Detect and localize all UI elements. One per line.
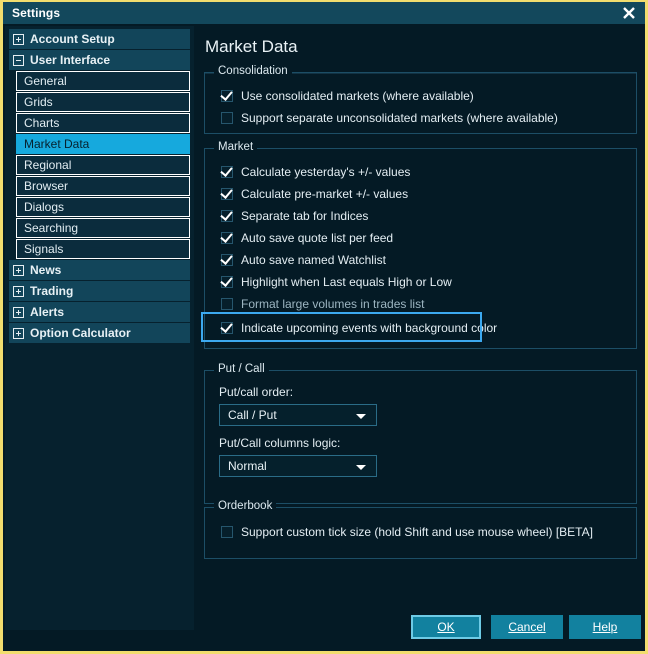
group-legend: Market (214, 141, 258, 153)
dropdown-value: Call / Put (228, 408, 277, 422)
cancel-button[interactable]: Cancel (491, 615, 563, 639)
checkbox-label: Use consolidated markets (where availabl… (241, 89, 474, 103)
checkbox-label: Auto save named Watchlist (241, 253, 386, 267)
checkbox-label: Calculate pre-market +/- values (241, 187, 409, 201)
sidebar-item-label: Browser (24, 179, 69, 193)
sidebar-item-grids[interactable]: Grids (16, 92, 190, 112)
sidebar-item-regional[interactable]: Regional (16, 155, 190, 175)
expand-plus-icon[interactable] (13, 327, 24, 339)
sidebar-item-news[interactable]: News (9, 260, 190, 280)
checkbox-label: Calculate yesterday's +/- values (241, 165, 411, 179)
checkbox-highlight-when-last-equals-high-or-low[interactable]: Highlight when Last equals High or Low (221, 275, 452, 289)
group-legend: Consolidation (214, 65, 292, 77)
cancel-button-label: Cancel (508, 620, 546, 634)
checkbox-icon[interactable] (221, 210, 233, 222)
sidebar-item-label: Market Data (24, 137, 90, 151)
expand-plus-icon[interactable] (13, 306, 24, 318)
checkbox-label: Separate tab for Indices (241, 209, 369, 223)
sidebar-item-market-data[interactable]: Market Data (16, 134, 190, 154)
sidebar-item-label: Dialogs (24, 200, 65, 214)
expand-plus-icon[interactable] (13, 264, 24, 276)
checkbox-icon[interactable] (221, 322, 233, 334)
close-icon[interactable] (619, 4, 639, 22)
checkbox-separate-tab-for-indices[interactable]: Separate tab for Indices (221, 209, 368, 223)
ok-button[interactable]: OK (411, 615, 481, 639)
sidebar-item-dialogs[interactable]: Dialogs (16, 197, 190, 217)
group-legend: Orderbook (214, 500, 277, 512)
checkbox-icon[interactable] (221, 90, 233, 102)
group-legend: Put / Call (214, 363, 269, 375)
chevron-down-icon[interactable] (356, 414, 366, 419)
dropdown-putcall-order[interactable]: Call / Put (219, 404, 377, 426)
sidebar-item-account-setup[interactable]: Account Setup (9, 29, 190, 49)
expand-plus-icon[interactable] (13, 285, 24, 297)
checkbox-auto-save-quote-list-per-feed[interactable]: Auto save quote list per feed (221, 231, 393, 245)
checkbox-icon[interactable] (221, 276, 233, 288)
sidebar-item-browser[interactable]: Browser (16, 176, 190, 196)
sidebar-item-label: Searching (24, 221, 79, 235)
checkbox-auto-save-named-watchlist[interactable]: Auto save named Watchlist (221, 253, 386, 267)
ok-button-label: OK (437, 620, 455, 634)
checkbox-label: Highlight when Last equals High or Low (241, 275, 452, 289)
checkbox-format-large-volumes-in-trades-list[interactable]: Format large volumes in trades list (221, 297, 424, 311)
label-putcall-columns-logic: Put/Call columns logic: (219, 436, 341, 450)
page-title: Market Data (205, 37, 298, 56)
sidebar-item-label: General (24, 74, 67, 88)
sidebar-item-label: News (30, 263, 62, 277)
checkbox-icon[interactable] (221, 188, 233, 200)
checkbox-support-separate-unconsolidated-markets[interactable]: Support separate unconsolidated markets … (221, 111, 558, 125)
checkbox-label: Auto save quote list per feed (241, 231, 394, 245)
checkbox-icon[interactable] (221, 526, 233, 538)
dropdown-value: Normal (228, 459, 267, 473)
label-putcall-order: Put/call order: (219, 385, 294, 399)
help-button[interactable]: Help (569, 615, 641, 639)
settings-dialog: Settings Account Setup User Interface Ge… (0, 0, 648, 654)
dialog-button-bar: OK Cancel Help (3, 607, 645, 651)
sidebar-item-label: Alerts (30, 305, 65, 319)
sidebar-item-searching[interactable]: Searching (16, 218, 190, 238)
sidebar-item-signals[interactable]: Signals (16, 239, 190, 259)
sidebar-item-user-interface[interactable]: User Interface (9, 50, 190, 70)
sidebar-item-label: Trading (30, 284, 74, 298)
checkbox-indicate-upcoming-events-with-background-color[interactable]: Indicate upcoming events with background… (221, 321, 497, 335)
checkbox-calculate-yesterdays-values[interactable]: Calculate yesterday's +/- values (221, 165, 410, 179)
checkbox-icon[interactable] (221, 298, 233, 310)
checkbox-support-custom-tick-size[interactable]: Support custom tick size (hold Shift and… (221, 525, 593, 539)
checkbox-icon[interactable] (221, 112, 233, 124)
title-bar[interactable]: Settings (3, 2, 645, 24)
group-market: Market Calculate yesterday's +/- values … (201, 141, 637, 349)
sidebar-item-alerts[interactable]: Alerts (9, 302, 190, 322)
checkbox-label: Support separate unconsolidated markets … (241, 111, 558, 125)
settings-content-panel: Market Data Consolidation Use consolidat… (194, 26, 645, 630)
expand-plus-icon[interactable] (13, 33, 24, 45)
collapse-minus-icon[interactable] (13, 54, 24, 66)
checkbox-use-consolidated-markets[interactable]: Use consolidated markets (where availabl… (221, 89, 474, 103)
sidebar-item-label: Regional (24, 158, 72, 172)
sidebar-item-option-calculator[interactable]: Option Calculator (9, 323, 190, 343)
group-orderbook: Orderbook Support custom tick size (hold… (204, 500, 637, 559)
group-consolidation: Consolidation Use consolidated markets (… (204, 65, 637, 134)
sidebar-item-label: Account Setup (30, 32, 115, 46)
group-put-call: Put / Call Put/call order: Call / Put Pu… (204, 363, 637, 504)
sidebar-item-label: User Interface (30, 53, 111, 67)
help-button-label: Help (592, 620, 618, 634)
settings-tree[interactable]: Account Setup User Interface General Gri… (5, 26, 194, 630)
sidebar-item-label: Signals (24, 242, 64, 256)
window-title: Settings (12, 6, 61, 20)
checkbox-calculate-pre-market-values[interactable]: Calculate pre-market +/- values (221, 187, 408, 201)
checkbox-label: Support custom tick size (hold Shift and… (241, 525, 593, 539)
checkbox-icon[interactable] (221, 254, 233, 266)
checkbox-icon[interactable] (221, 166, 233, 178)
dropdown-putcall-columns-logic[interactable]: Normal (219, 455, 377, 477)
checkbox-label: Format large volumes in trades list (241, 297, 425, 311)
sidebar-item-general[interactable]: General (16, 71, 190, 91)
checkbox-label: Indicate upcoming events with background… (241, 321, 498, 335)
checkbox-icon[interactable] (221, 232, 233, 244)
sidebar-item-trading[interactable]: Trading (9, 281, 190, 301)
sidebar-item-charts[interactable]: Charts (16, 113, 190, 133)
chevron-down-icon[interactable] (356, 465, 366, 470)
sidebar-item-label: Option Calculator (30, 326, 131, 340)
sidebar-item-label: Grids (24, 95, 53, 109)
sidebar-item-label: Charts (24, 116, 60, 130)
